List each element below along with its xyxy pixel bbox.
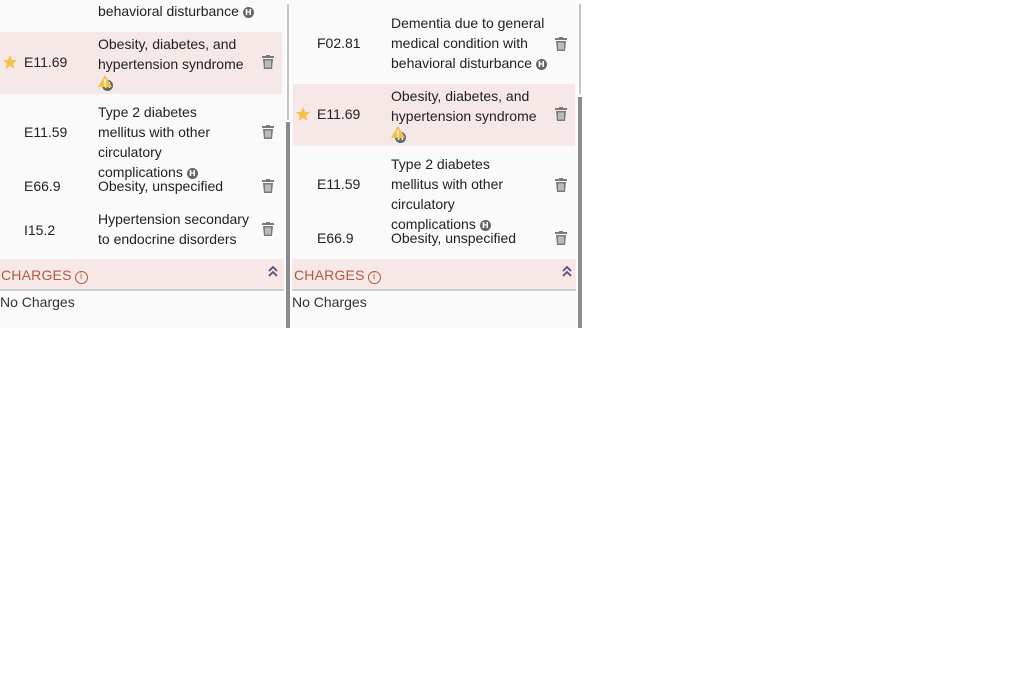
diagnosis-description: Obesity, unspecified [98,178,224,194]
diagnosis-row[interactable]: I15.2 Hypertension secondary to endocrin… [0,205,282,253]
trash-icon[interactable] [555,178,567,192]
double-chevron-up-icon[interactable] [268,265,278,277]
diagnosis-code: I15.2 [24,222,56,238]
diagnosis-row[interactable]: E11.59 Type 2 diabetes mellitus with oth… [0,100,282,180]
diagnosis-description: Hypertension secondary to endocrine diso… [98,211,249,247]
diagnosis-code: E11.69 [317,106,361,122]
trash-icon[interactable] [262,179,274,193]
trash-icon[interactable] [555,231,567,245]
warning-icon [391,126,405,138]
trash-icon[interactable] [555,107,567,121]
no-charges-text: No Charges [292,294,367,310]
hcc-badge-icon: H [242,7,254,18]
diagnosis-description: Obesity, diabetes, and hypertension synd… [391,86,551,146]
diagnosis-description: behavioral disturbance H [98,1,268,21]
charges-section-header[interactable]: CHARGES i [292,259,576,291]
trash-icon[interactable] [262,222,274,236]
diagnosis-code: E66.9 [24,178,61,194]
double-chevron-up-icon[interactable] [562,265,572,277]
panel-divider-top [287,4,289,120]
diagnosis-panel-right: F02.81 Dementia due to general medical c… [290,0,578,328]
warning-icon [98,75,112,87]
star-icon[interactable] [295,106,311,122]
panel-scrollbar[interactable] [578,97,582,328]
info-icon[interactable]: i [74,271,88,284]
panel-scrollbar-track [579,4,581,94]
diagnosis-code: E11.59 [24,124,68,140]
diagnosis-description: Dementia due to general medical conditio… [391,13,551,73]
diagnosis-code: E11.69 [24,54,68,70]
diagnosis-row[interactable]: E66.9 Obesity, unspecified [290,222,576,254]
diagnosis-row[interactable]: E11.69 Obesity, diabetes, and hypertensi… [0,32,282,94]
charges-section-header[interactable]: CHARGES i [0,259,284,291]
diagnosis-code: F02.81 [317,35,361,51]
diagnosis-panel-left: behavioral disturbance H E11.69 Obesity, … [0,0,286,328]
trash-icon[interactable] [262,125,274,139]
no-charges-text: No Charges [0,294,75,310]
charges-title: CHARGES i [294,267,381,284]
diagnosis-code: E11.59 [317,176,361,192]
diagnosis-row[interactable]: E66.9 Obesity, unspecified [0,170,282,202]
diagnosis-code: E66.9 [317,230,354,246]
hcc-badge-icon: H [535,59,547,70]
diagnosis-row[interactable]: E11.69 Obesity, diabetes, and hypertensi… [293,84,575,146]
info-icon[interactable]: i [367,271,381,284]
charges-title: CHARGES i [1,267,88,284]
diagnosis-row[interactable]: E11.59 Type 2 diabetes mellitus with oth… [290,152,576,232]
star-icon[interactable] [2,54,18,70]
diagnosis-description: Obesity, unspecified [391,230,517,246]
trash-icon[interactable] [262,55,274,69]
trash-icon[interactable] [555,37,567,51]
diagnosis-description: Obesity, diabetes, and hypertension synd… [98,34,258,94]
diagnosis-row[interactable]: F02.81 Dementia due to general medical c… [290,10,576,76]
